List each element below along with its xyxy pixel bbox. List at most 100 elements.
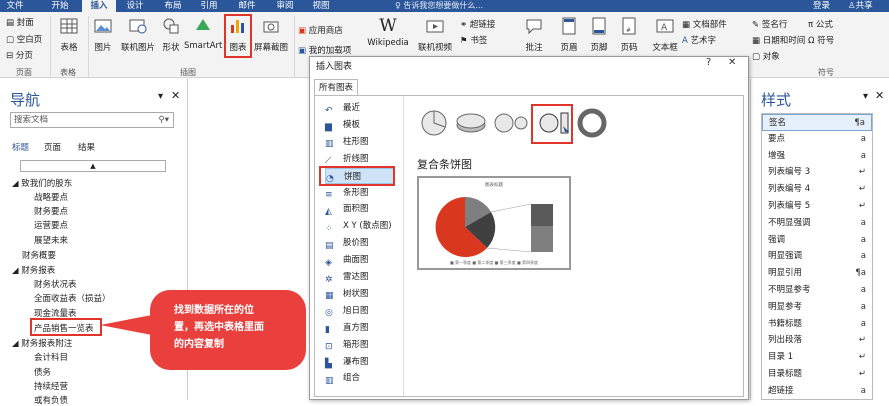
hyperlink-button[interactable]: ⚭ 超链接 [460, 18, 495, 30]
login-button[interactable]: 登录 [813, 0, 830, 12]
tell-me-search[interactable]: ♀ 告诉我您想要做什么... [395, 0, 483, 12]
my-addins-button[interactable]: ▣ 我的加载项 [298, 44, 351, 56]
nav-tab-pages[interactable]: 页面 [44, 141, 61, 153]
tab-home[interactable]: 开始 [42, 0, 78, 12]
chart-category-item[interactable]: ▤ 股价图 [325, 235, 395, 251]
nav-heading-item[interactable]: 财务状况表 [34, 278, 77, 290]
tab-insert[interactable]: 插入 [82, 0, 116, 12]
page-number-button[interactable]: # 页码 [618, 16, 640, 53]
blank-page-button[interactable]: ▢ 空白页 [6, 33, 42, 45]
doc-parts-button[interactable]: ▦ 文档部件 [682, 18, 727, 30]
chart-category-item[interactable]: ◈ 曲面图 [325, 252, 395, 268]
tab-mailings[interactable]: 邮件 [232, 0, 262, 12]
chart-category-item[interactable]: ⁘ X Y (散点图) [325, 218, 395, 234]
close-icon[interactable]: ✕ [171, 89, 180, 102]
pie-subtype-icon[interactable] [419, 108, 449, 138]
styles-options-icon[interactable]: ▾ [863, 91, 868, 102]
style-item[interactable]: 目录 1 ↵ [762, 349, 872, 366]
object-button[interactable]: ▢ 对象 [752, 50, 780, 62]
style-item[interactable]: 明显强调 a [762, 248, 872, 265]
cover-page-button[interactable]: ▤ 封面 [6, 16, 34, 28]
store-button[interactable]: ▣ 应用商店 [298, 24, 343, 36]
nav-heading-item[interactable]: ◢ 财务报表附注 [12, 337, 72, 349]
chart-category-item[interactable]: ◭ 面积图 [325, 201, 395, 217]
chart-category-item[interactable]: ▆ 模板 [325, 117, 395, 133]
style-item[interactable]: 列出段落 ↵ [762, 332, 872, 349]
close-icon[interactable]: ✕ [875, 89, 884, 102]
nav-heading-item[interactable]: 财务要点 [34, 205, 68, 217]
nav-heading-item[interactable]: 持续经营 [34, 380, 68, 392]
style-item[interactable]: 目录标题 ↵ [762, 366, 872, 383]
style-item[interactable]: 超链接 a [762, 383, 872, 400]
chart-category-item[interactable]: ▥ 柱形图 [325, 134, 395, 150]
online-video-button[interactable]: 联机视频 [416, 16, 454, 53]
chart-category-item[interactable]: ⊡ 箱形图 [325, 337, 395, 353]
online-picture-button[interactable]: 联机图片 [118, 16, 158, 53]
style-item[interactable]: 签名 ¶a [762, 114, 872, 131]
symbol-button[interactable]: Ω 符号 [808, 34, 834, 46]
shapes-button[interactable]: 形状 [160, 16, 182, 53]
nav-options-icon[interactable]: ▾ [158, 91, 163, 102]
wordart-button[interactable]: A 艺术字 [682, 34, 716, 46]
tab-references[interactable]: 引用 [194, 0, 224, 12]
footer-button[interactable]: 页脚 [588, 16, 610, 53]
tab-all-charts[interactable]: 所有图表 [314, 79, 359, 96]
nav-heading-item[interactable]: 或有负债 [34, 394, 68, 406]
chart-category-item[interactable]: ≡ 条形图 [325, 185, 395, 201]
style-item[interactable]: 强调 a [762, 232, 872, 249]
doughnut-subtype-icon[interactable] [577, 108, 607, 138]
style-item[interactable]: 增强 a [762, 148, 872, 165]
tab-design[interactable]: 设计 [120, 0, 150, 12]
nav-heading-item[interactable]: 运营要点 [34, 219, 68, 231]
chart-category-item[interactable]: ⟋ 折线图 [325, 151, 395, 167]
tab-view[interactable]: 视图 [306, 0, 336, 12]
nav-tab-headings[interactable]: 标题 [12, 141, 29, 153]
chart-category-item[interactable]: ▮ 直方图 [325, 320, 395, 336]
equation-button[interactable]: π 公式 [808, 18, 833, 30]
picture-button[interactable]: 图片 [92, 16, 114, 53]
help-icon[interactable]: ? [706, 57, 711, 68]
style-item[interactable]: 列表编号 5 ↵ [762, 198, 872, 215]
nav-scroll-up-button[interactable]: ▲ [20, 160, 166, 172]
chart-category-item[interactable]: ✲ 雷达图 [325, 269, 395, 285]
style-item[interactable]: 明显引用 ¶a [762, 265, 872, 282]
table-button[interactable]: 表格 [58, 16, 80, 53]
bookmark-button[interactable]: ⚑ 书签 [460, 34, 487, 46]
nav-heading-item[interactable]: 战略要点 [34, 191, 68, 203]
wikipedia-button[interactable]: W Wikipedia [366, 16, 410, 48]
nav-heading-item[interactable]: 展望未来 [34, 234, 68, 246]
tab-layout[interactable]: 布局 [158, 0, 188, 12]
style-item[interactable]: 书籍标题 a [762, 316, 872, 333]
style-item[interactable]: 明显参考 a [762, 299, 872, 316]
header-button[interactable]: 页眉 [558, 16, 580, 53]
nav-heading-item[interactable]: ◢ 致我们的股东 [12, 177, 72, 189]
chart-category-item[interactable]: ▙ 瀑布图 [325, 354, 395, 370]
pie-of-pie-subtype-icon[interactable] [493, 110, 529, 136]
chart-category-item[interactable]: ◎ 旭日图 [325, 303, 395, 319]
chart-category-item[interactable]: ▥ 组合 [325, 370, 395, 386]
style-item[interactable]: 要点 a [762, 131, 872, 148]
nav-search-input[interactable]: 搜索文档 ⚲▾ [10, 112, 174, 128]
signature-button[interactable]: ✎ 签名行 [752, 18, 787, 30]
page-break-button[interactable]: ⊟ 分页 [6, 49, 33, 61]
search-icon[interactable]: ⚲▾ [159, 113, 170, 127]
nav-heading-item[interactable]: 财务概要 [22, 249, 56, 261]
style-item[interactable]: 不明显强调 a [762, 215, 872, 232]
chart-category-item[interactable]: ↶ 最近 [325, 100, 395, 116]
tab-file[interactable]: 文件 [0, 0, 30, 12]
nav-tab-results[interactable]: 结果 [78, 141, 95, 153]
style-item[interactable]: 列表编号 3 ↵ [762, 164, 872, 181]
3d-pie-subtype-icon[interactable] [455, 110, 487, 136]
nav-heading-item[interactable]: 会计科目 [34, 351, 68, 363]
smartart-button[interactable]: SmartArt [184, 16, 222, 51]
style-item[interactable]: 不明显参考 a [762, 282, 872, 299]
datetime-button[interactable]: ▦ 日期和时间 [752, 34, 805, 46]
comment-button[interactable]: 批注 [522, 16, 546, 53]
style-item[interactable]: 列表编号 4 ↵ [762, 181, 872, 198]
close-icon[interactable]: ✕ [728, 57, 736, 68]
chart-category-item[interactable]: ▦ 树状图 [325, 286, 395, 302]
textbox-button[interactable]: A 文本框 [650, 16, 680, 53]
share-button[interactable]: ♙共享 [848, 0, 873, 12]
nav-heading-item[interactable]: ◢ 财务报表 [12, 264, 55, 276]
nav-heading-item[interactable]: 全面收益表（损益） [34, 292, 111, 304]
